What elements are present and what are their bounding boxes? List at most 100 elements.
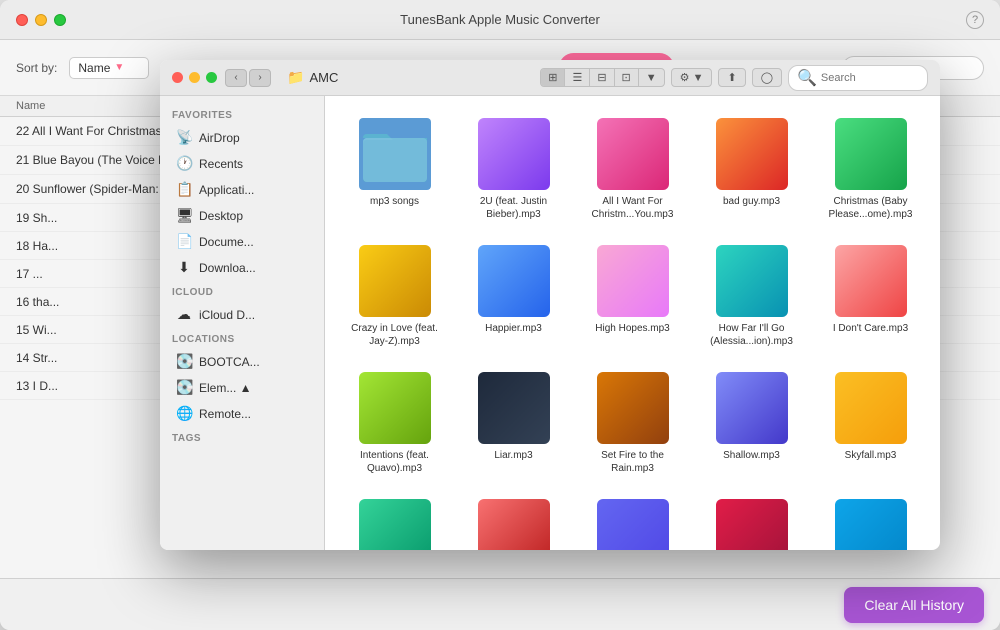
favorites-section-label: Favorites: [160, 104, 324, 124]
album-art: [716, 372, 788, 444]
icloud-section-label: iCloud: [160, 281, 324, 301]
file-name: Liar.mp3: [494, 449, 532, 462]
file-name: bad guy.mp3: [723, 195, 780, 208]
folder-icon: 📁: [287, 69, 304, 86]
downloads-icon: ⬇: [176, 259, 192, 276]
sidebar-item-elements[interactable]: 💽 Elem... ▲: [164, 375, 320, 400]
list-item[interactable]: Happier.mp3: [460, 239, 567, 354]
finder-tag-button[interactable]: ◯: [752, 68, 782, 87]
list-item[interactable]: How Far I'll Go (Alessia...ion).mp3: [698, 239, 805, 354]
list-item[interactable]: Intentions (feat. Quavo).mp3: [341, 366, 448, 481]
finder-path: 📁 AMC: [287, 69, 338, 86]
sort-value: Name: [78, 61, 110, 75]
sort-chevron-icon: ▼: [114, 62, 124, 73]
finder-traffic-lights: [172, 72, 217, 83]
album-art: [597, 118, 669, 190]
file-name: Christmas (Baby Please...ome).mp3: [826, 195, 916, 221]
sidebar-item-icloud[interactable]: ☁ iCloud D...: [164, 302, 320, 327]
sidebar-item-downloads[interactable]: ⬇ Downloa...: [164, 255, 320, 280]
list-item[interactable]: All I Want For Christm...You.mp3: [579, 112, 686, 227]
finder-share-button[interactable]: ⬆: [718, 68, 745, 87]
list-item[interactable]: Shallow.mp3: [698, 366, 805, 481]
list-item[interactable]: Stay.mp3: [341, 493, 448, 550]
airdrop-icon: 📡: [176, 129, 192, 146]
finder-sidebar: Favorites 📡 AirDrop 🕐 Recents 📋 Applicat…: [160, 96, 325, 550]
finder-forward-button[interactable]: ›: [249, 69, 271, 87]
sidebar-item-label: Recents: [199, 157, 243, 171]
sidebar-item-applications[interactable]: 📋 Applicati...: [164, 177, 320, 202]
album-art: [478, 245, 550, 317]
album-art: [716, 245, 788, 317]
finder-back-button[interactable]: ‹: [225, 69, 247, 87]
desktop-icon: 🖥: [176, 207, 192, 224]
list-item[interactable]: Strangers.mp3: [460, 493, 567, 550]
list-item[interactable]: Welcome Back (feat. Al...ara).mp3: [817, 493, 924, 550]
maximize-button[interactable]: [54, 14, 66, 26]
album-art: [597, 499, 669, 550]
sort-label: Sort by:: [16, 61, 57, 75]
file-name: Crazy in Love (feat. Jay-Z).mp3: [350, 322, 440, 348]
list-item[interactable]: mp3 songs: [341, 112, 448, 227]
list-item[interactable]: Set Fire to the Rain.mp3: [579, 366, 686, 481]
file-name: Intentions (feat. Quavo).mp3: [350, 449, 440, 475]
sidebar-item-bootca[interactable]: 💽 BOOTCA...: [164, 349, 320, 374]
finder-gallery-view[interactable]: ⊡: [615, 69, 639, 86]
bottom-bar: Clear All History: [0, 578, 1000, 630]
help-button[interactable]: ?: [966, 11, 984, 29]
file-name: Happier.mp3: [485, 322, 542, 335]
list-item[interactable]: Crazy in Love (feat. Jay-Z).mp3: [341, 239, 448, 354]
list-item[interactable]: thank u, next.mp3: [698, 493, 805, 550]
file-name: mp3 songs: [370, 195, 419, 208]
minimize-button[interactable]: [35, 14, 47, 26]
album-art: [835, 118, 907, 190]
finder-maximize-button[interactable]: [206, 72, 217, 83]
sort-select[interactable]: Name ▼: [69, 57, 149, 79]
finder-folder-name: AMC: [309, 70, 338, 85]
list-item[interactable]: Sunflower (Spider-...se).mp3: [579, 493, 686, 550]
finder-column-view[interactable]: ⊟: [590, 69, 614, 86]
file-name: High Hopes.mp3: [595, 322, 669, 335]
tags-section-label: Tags: [160, 427, 324, 447]
title-bar: TunesBank Apple Music Converter ?: [0, 0, 1000, 40]
file-name: Skyfall.mp3: [845, 449, 897, 462]
finder-list-view[interactable]: ☰: [565, 69, 590, 86]
finder-action-button[interactable]: ⚙ ▼: [671, 68, 713, 87]
clear-all-history-button[interactable]: Clear All History: [844, 587, 984, 623]
finder-titlebar: ‹ › 📁 AMC ⊞ ☰ ⊟ ⊡ ▼ ⚙ ▼ ⬆ ◯ 🔍: [160, 60, 940, 96]
list-item[interactable]: bad guy.mp3: [698, 112, 805, 227]
locations-section-label: Locations: [160, 328, 324, 348]
sidebar-item-label: Desktop: [199, 209, 243, 223]
file-name: All I Want For Christm...You.mp3: [588, 195, 678, 221]
file-name: How Far I'll Go (Alessia...ion).mp3: [707, 322, 797, 348]
file-name: 2U (feat. Justin Bieber).mp3: [469, 195, 559, 221]
file-name: I Don't Care.mp3: [833, 322, 908, 335]
list-item[interactable]: I Don't Care.mp3: [817, 239, 924, 354]
recents-icon: 🕐: [176, 155, 192, 172]
finder-search-box[interactable]: 🔍: [788, 65, 928, 91]
traffic-lights: [16, 14, 66, 26]
sidebar-item-airdrop[interactable]: 📡 AirDrop: [164, 125, 320, 150]
sidebar-item-desktop[interactable]: 🖥 Desktop: [164, 203, 320, 228]
sidebar-item-recents[interactable]: 🕐 Recents: [164, 151, 320, 176]
album-art: [597, 245, 669, 317]
album-art: [359, 245, 431, 317]
finder-minimize-button[interactable]: [189, 72, 200, 83]
list-item[interactable]: 2U (feat. Justin Bieber).mp3: [460, 112, 567, 227]
finder-icon-view[interactable]: ⊞: [541, 69, 565, 86]
list-item[interactable]: Liar.mp3: [460, 366, 567, 481]
list-item[interactable]: High Hopes.mp3: [579, 239, 686, 354]
sidebar-item-documents[interactable]: 📄 Docume...: [164, 229, 320, 254]
finder-close-button[interactable]: [172, 72, 183, 83]
album-art: [359, 499, 431, 550]
finder-more-views[interactable]: ▼: [639, 70, 664, 86]
close-button[interactable]: [16, 14, 28, 26]
finder-content: Favorites 📡 AirDrop 🕐 Recents 📋 Applicat…: [160, 96, 940, 550]
remote-icon: 🌐: [176, 405, 192, 422]
album-art: [835, 245, 907, 317]
list-item[interactable]: Skyfall.mp3: [817, 366, 924, 481]
album-art: [478, 499, 550, 550]
sidebar-item-remote[interactable]: 🌐 Remote...: [164, 401, 320, 426]
list-item[interactable]: Christmas (Baby Please...ome).mp3: [817, 112, 924, 227]
finder-search-input[interactable]: [821, 72, 931, 84]
elements-icon: 💽: [176, 379, 192, 396]
